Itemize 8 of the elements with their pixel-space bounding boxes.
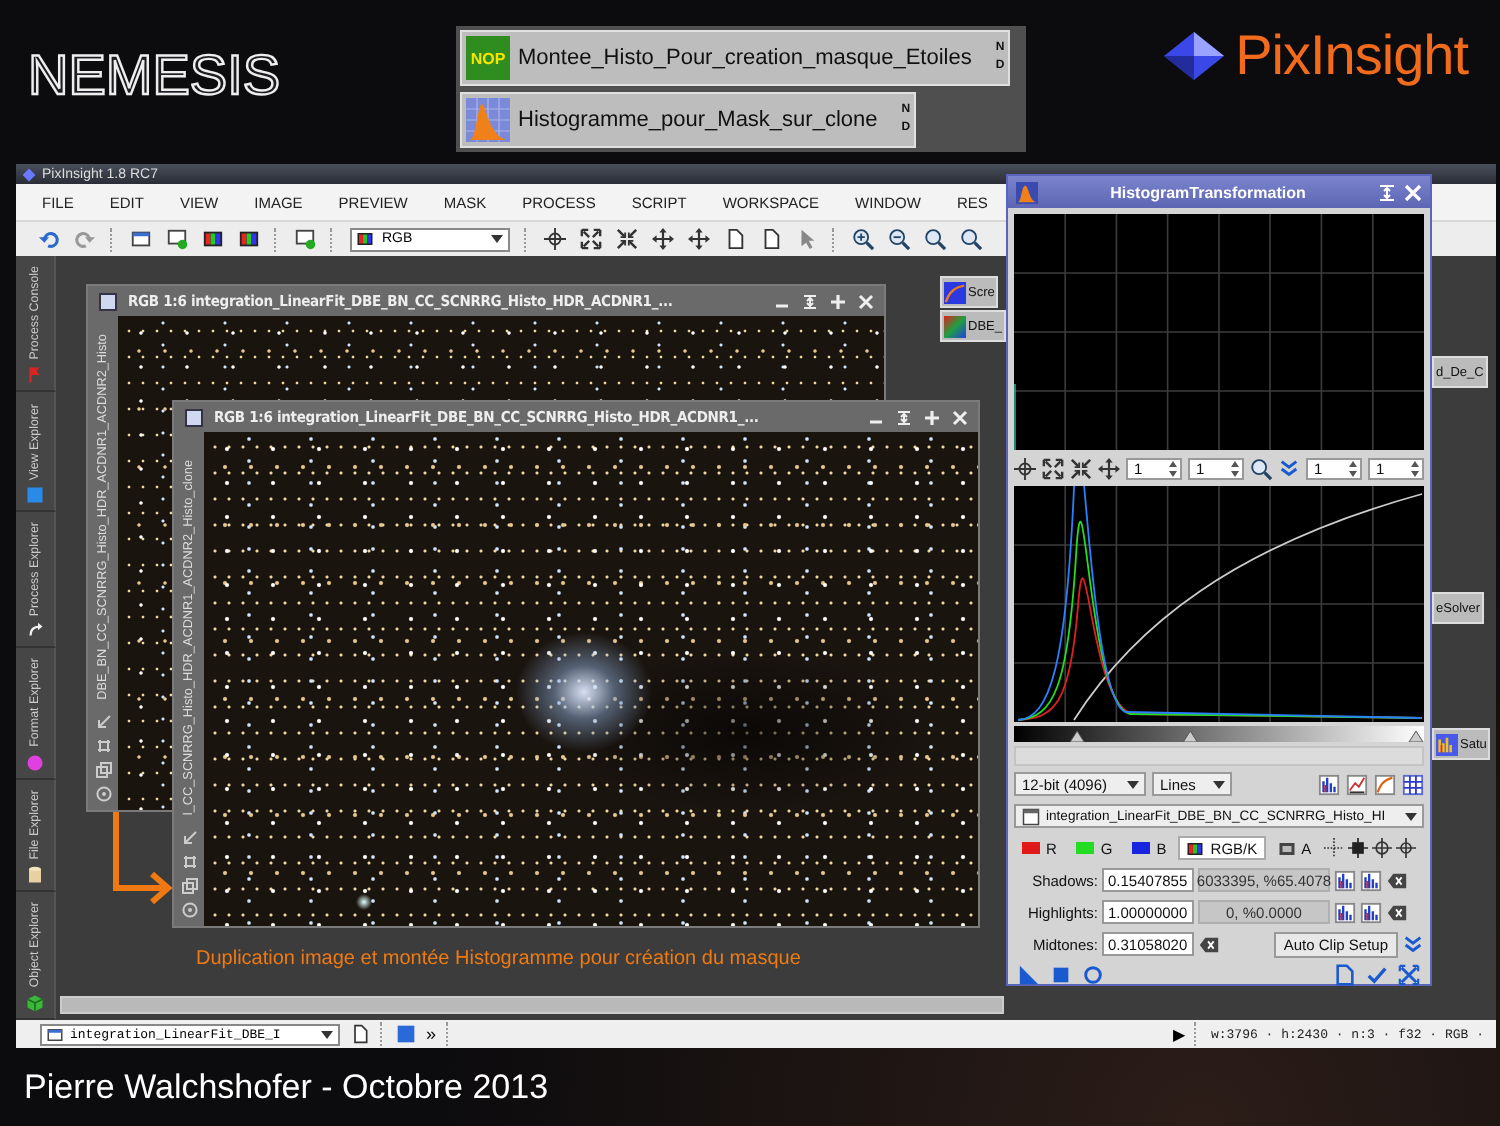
- process-badge: NOP: [466, 36, 510, 80]
- overflow-chevron[interactable]: »: [426, 1024, 437, 1044]
- play-button[interactable]: ▶: [1172, 1025, 1185, 1043]
- panel-title: HistogramTransformation: [1108, 183, 1308, 201]
- annotation-text: Duplication image et montée Histogramme pour création du masque: [196, 948, 801, 970]
- brand-name: PixInsight: [1235, 24, 1468, 88]
- logo-text: NEMESIS: [28, 44, 283, 108]
- credit-text: Pierre Walchshofer - Octobre 2013: [24, 1068, 551, 1108]
